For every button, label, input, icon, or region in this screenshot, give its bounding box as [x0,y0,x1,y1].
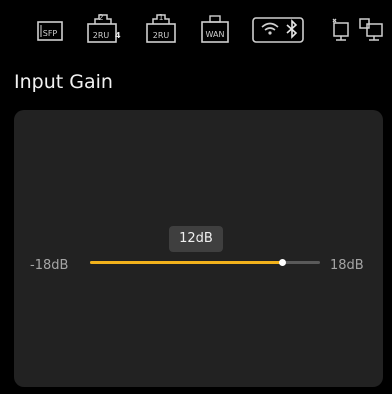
gain-value-tooltip: 12dB [169,226,223,252]
port-1-number: 1 [158,13,164,22]
port-2-label: 2RU [92,31,110,40]
gain-max-label: 18dB [330,258,364,273]
bluetooth-icon [284,12,300,46]
port-1-label: 2RU [152,31,170,40]
ethernet-port-2-icon: 2 2RU 4 [86,12,121,46]
screen-disconnected-icon [329,12,351,46]
sfp-label: SFP [42,29,58,38]
ethernet-port-1-icon: 1 2RU [145,12,177,46]
gain-slider-fill [90,261,282,264]
gain-min-label: -18dB [30,258,69,273]
screen-connected-icon [357,12,385,46]
sfp-port-icon: SFP [36,12,64,46]
wifi-icon [259,12,281,46]
gain-slider-thumb[interactable] [279,259,286,266]
wan-port-icon: WAN [200,12,230,46]
gain-slider-track[interactable] [90,259,320,266]
status-bar: SFP 2 2RU 4 1 2RU WAN [0,0,392,58]
page-title: Input Gain [14,71,113,93]
wan-label: WAN [205,30,225,39]
port-2-flag: 4 [115,31,121,40]
port-2-number: 2 [98,13,104,22]
